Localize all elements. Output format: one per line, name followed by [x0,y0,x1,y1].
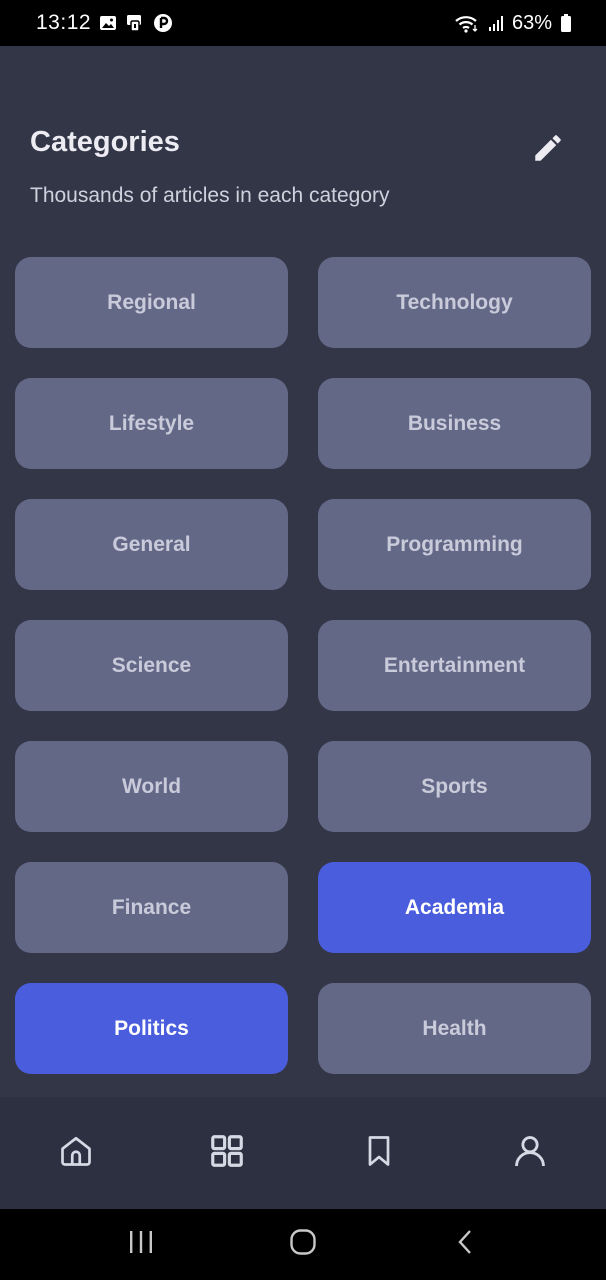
status-bar: 13:12 63% [0,0,606,46]
back-icon [455,1228,475,1261]
category-sports-button[interactable]: Sports [318,741,591,832]
home-circle-icon [289,1228,317,1261]
category-world-button[interactable]: World [15,741,288,832]
category-technology-button[interactable]: Technology [318,257,591,348]
opera-icon [153,13,173,33]
page-title: Categories [30,126,180,158]
category-label: Finance [111,895,192,919]
signal-icon [488,14,504,32]
recents-button[interactable] [111,1215,171,1275]
category-politics-button[interactable]: Politics [15,983,288,1074]
category-academia-button[interactable]: Academia [318,862,591,953]
profile-icon [511,1132,549,1175]
category-label: Politics [114,1016,189,1040]
page-subtitle: Thousands of articles in each category [30,184,390,207]
category-label: Entertainment [383,653,526,677]
category-health-button[interactable]: Health [318,983,591,1074]
category-finance-button[interactable]: Finance [15,862,288,953]
nav-home[interactable] [0,1097,152,1209]
category-entertainment-button[interactable]: Entertainment [318,620,591,711]
category-label: Programming [386,532,523,556]
category-regional-button[interactable]: Regional [15,257,288,348]
bottom-nav [0,1097,606,1209]
category-programming-button[interactable]: Programming [318,499,591,590]
category-label: Technology [396,290,513,314]
edit-button[interactable] [530,132,566,168]
category-science-button[interactable]: Science [15,620,288,711]
category-lifestyle-button[interactable]: Lifestyle [15,378,288,469]
recents-icon [127,1229,155,1260]
category-label: Lifestyle [108,411,195,435]
header: Categories Thousands of articles in each… [30,126,576,207]
category-label: Health [422,1016,487,1040]
image-icon [99,14,117,32]
home-icon [58,1133,94,1174]
category-label: Academia [404,895,505,919]
pencil-icon [531,131,565,170]
notification-icon [125,13,145,33]
category-label: Sports [421,774,488,798]
wifi-icon [454,13,480,33]
nav-profile[interactable] [455,1097,606,1209]
bookmark-icon [361,1133,397,1174]
system-home-button[interactable] [273,1215,333,1275]
back-button[interactable] [435,1215,495,1275]
category-label: General [112,532,191,556]
category-label: Business [407,411,502,435]
category-label: Regional [107,290,196,314]
category-grid: Regional Technology Lifestyle Business Gener… [15,257,591,1074]
category-business-button[interactable]: Business [318,378,591,469]
category-label: Science [111,653,192,677]
system-nav-bar [0,1209,606,1280]
battery-icon [560,13,572,33]
grid-icon [208,1132,246,1175]
battery-percent: 63% [511,11,552,34]
status-right: 63% [454,12,572,35]
nav-categories[interactable] [152,1097,304,1209]
category-label: World [121,774,182,798]
category-general-button[interactable]: General [15,499,288,590]
status-left: 13:12 [36,11,173,35]
status-time: 13:12 [36,11,92,34]
nav-bookmarks[interactable] [303,1097,455,1209]
